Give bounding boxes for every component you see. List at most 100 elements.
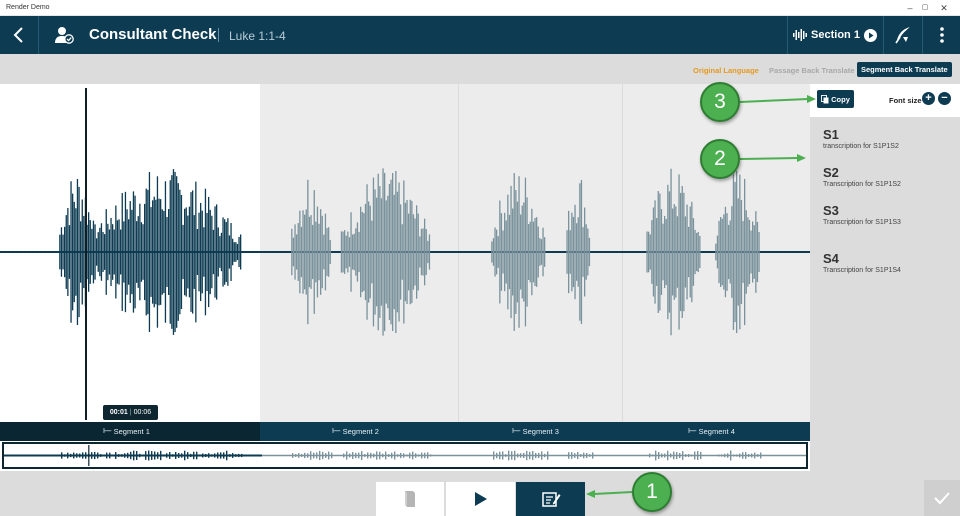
playhead[interactable]	[85, 88, 87, 420]
waveform-bar	[673, 204, 675, 300]
mini-waveform-bar	[676, 451, 678, 460]
waveform-bar	[76, 179, 79, 325]
mini-waveform-bar	[526, 450, 528, 461]
mini-waveform-bar	[364, 454, 366, 457]
waveform-bar	[734, 181, 736, 323]
mini-waveform-bar	[187, 452, 189, 459]
waveform-bar	[78, 186, 80, 318]
waveform-bar	[219, 236, 221, 268]
waveform-bar	[523, 202, 525, 302]
mini-waveform-bar	[154, 451, 156, 460]
menu-button[interactable]	[923, 16, 960, 54]
transcript-item[interactable]: S4 Transcription for S1P1S4	[823, 251, 901, 274]
waveform-bar	[428, 234, 431, 270]
waveform-bar	[665, 218, 667, 286]
waveform-bar	[316, 206, 319, 298]
book-icon	[405, 491, 415, 507]
maximize-button[interactable]: ▢	[919, 2, 931, 14]
waveform-bar	[227, 218, 229, 286]
waveform-bar	[155, 199, 157, 305]
waveform-bar	[651, 220, 653, 284]
waveform-bar	[139, 203, 141, 301]
segment-4-label[interactable]: I----- Segment 4	[688, 427, 735, 436]
waveform-bar	[731, 206, 733, 298]
transcript-item[interactable]: S1 transcription for S1P1S2	[823, 127, 899, 150]
play-button[interactable]	[446, 482, 515, 516]
waveform-bar	[214, 206, 216, 298]
waveform-bar	[668, 191, 671, 313]
waveform-bar	[305, 209, 307, 295]
waveform-bar	[686, 204, 688, 300]
waveform-bar	[350, 212, 352, 292]
tab-passage-back-translate[interactable]: Passage Back Translate	[769, 66, 854, 75]
mini-waveform-bar	[424, 452, 426, 459]
transcript-item[interactable]: S3 Transcription for S1P1S3	[823, 203, 901, 226]
waveform-bar	[396, 191, 399, 313]
segment-2-label[interactable]: I----- Segment 2	[332, 427, 379, 436]
back-button[interactable]	[0, 16, 38, 54]
mini-waveform-bar	[592, 452, 594, 459]
waveform-bar	[726, 213, 728, 291]
waveform-bar	[384, 172, 386, 332]
minimize-button[interactable]: –	[904, 2, 916, 14]
mini-waveform-bar	[184, 450, 186, 461]
font-size-increase-button[interactable]: +	[922, 92, 935, 105]
waveform-bar	[206, 212, 208, 292]
section-play-button[interactable]: Section 1	[787, 16, 883, 54]
waveform-bar	[720, 217, 722, 287]
segment-3-label[interactable]: I----- Segment 3	[512, 427, 559, 436]
copy-button[interactable]: Copy	[817, 90, 854, 108]
waveform-bar	[491, 241, 493, 263]
tab-segment-back-translate[interactable]: Segment Back Translate	[857, 62, 952, 77]
mini-waveform-bar	[133, 450, 135, 461]
waveform-bar	[134, 195, 136, 309]
waveform-bar	[729, 220, 731, 284]
waveform-bar	[739, 174, 741, 330]
waveform-bar	[308, 216, 311, 288]
consultant-icon-wrap	[50, 16, 78, 54]
waveform-bar	[723, 214, 725, 290]
confirm-button[interactable]	[924, 480, 960, 516]
waveform-bar	[153, 196, 155, 308]
mini-waveform-bar	[127, 452, 129, 459]
mini-waveform-bar	[304, 452, 306, 459]
time-readout: 00:01 | 00:06	[103, 405, 158, 420]
font-size-decrease-button[interactable]: −	[938, 92, 951, 105]
waveform-bar	[353, 233, 355, 271]
waveform-bar	[129, 201, 131, 303]
transcript-item[interactable]: S2 Transcription for S1P1S2	[823, 165, 901, 188]
mini-waveform-bar	[73, 452, 75, 459]
waveform-canvas[interactable]	[0, 84, 810, 422]
mini-waveform-bar	[181, 453, 183, 458]
waveform-bar	[750, 230, 752, 274]
waveform-bar	[406, 199, 408, 305]
segment-1-label[interactable]: I----- Segment 1	[103, 427, 150, 436]
mini-timeline[interactable]	[2, 442, 808, 469]
callout-1: 1	[632, 472, 672, 512]
user-check-icon	[55, 27, 74, 44]
waveform-bar	[204, 188, 207, 316]
waveform-bar	[68, 225, 71, 279]
waveform-bar	[424, 218, 426, 286]
mini-waveform-bar	[208, 453, 210, 458]
waveform-bar	[689, 206, 691, 298]
waveform-bar	[585, 224, 587, 280]
waveform-bar	[97, 232, 99, 272]
mini-waveform-bar	[130, 451, 132, 460]
current-time: 00:01	[109, 409, 128, 416]
mini-waveform-bar	[394, 451, 396, 460]
waveform-bar	[310, 215, 312, 289]
mini-waveform-bar	[571, 452, 573, 459]
close-window-button[interactable]: ✕	[938, 2, 950, 14]
tool-button[interactable]	[884, 16, 922, 54]
waveform-bar	[737, 198, 739, 306]
mini-waveform-bar	[196, 451, 198, 460]
book-button[interactable]	[376, 482, 445, 516]
waveform-bar	[182, 224, 184, 280]
tab-original-language[interactable]: Original Language	[693, 66, 759, 75]
edit-transcription-button[interactable]	[516, 482, 585, 516]
mini-waveform-bar	[541, 451, 543, 460]
mini-waveform-bar	[157, 452, 159, 459]
waveform-bar	[508, 214, 511, 290]
mini-waveform-bar	[118, 454, 120, 457]
